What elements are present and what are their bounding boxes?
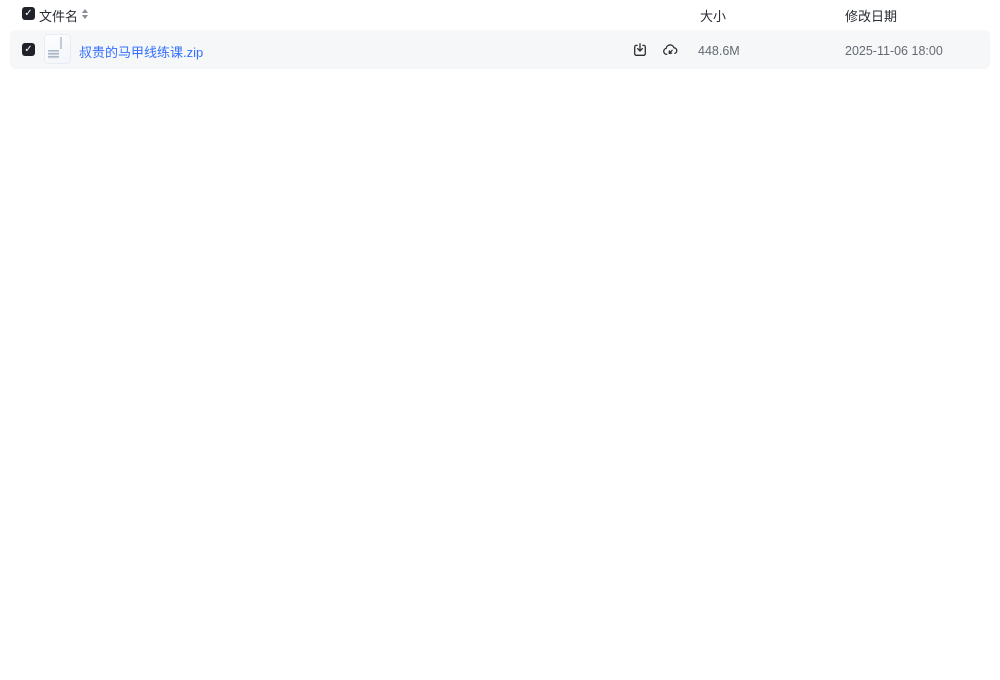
file-share-page: ✓ 文件名 大小 修改日期 ✓ 叔贵的马甲线练课.zip 448.6M 2025… xyxy=(0,0,1000,680)
column-header-filename[interactable]: 文件名 xyxy=(39,6,78,25)
file-name-link[interactable]: 叔贵的马甲线练课.zip xyxy=(79,42,203,61)
cloud-save-icon[interactable] xyxy=(662,42,678,58)
zipper-detail xyxy=(60,37,62,49)
file-row[interactable]: ✓ 叔贵的马甲线练课.zip 448.6M 2025-11-06 18:00 xyxy=(10,30,990,69)
zip-file-icon xyxy=(44,34,71,64)
caret-down-icon xyxy=(81,14,88,19)
file-size: 448.6M xyxy=(698,44,740,58)
stripes-detail xyxy=(48,50,59,59)
check-icon: ✓ xyxy=(24,44,33,55)
download-icon[interactable] xyxy=(632,42,648,58)
row-checkbox[interactable]: ✓ xyxy=(22,43,35,56)
check-icon: ✓ xyxy=(24,8,33,19)
caret-up-icon xyxy=(81,8,88,13)
file-modified-date: 2025-11-06 18:00 xyxy=(845,44,943,58)
column-header-modified: 修改日期 xyxy=(845,9,898,24)
sort-carets-icon[interactable] xyxy=(80,7,89,20)
column-header-size: 大小 xyxy=(700,9,727,24)
list-header: ✓ 文件名 大小 修改日期 xyxy=(0,0,1000,28)
select-all-checkbox[interactable]: ✓ xyxy=(22,7,35,20)
